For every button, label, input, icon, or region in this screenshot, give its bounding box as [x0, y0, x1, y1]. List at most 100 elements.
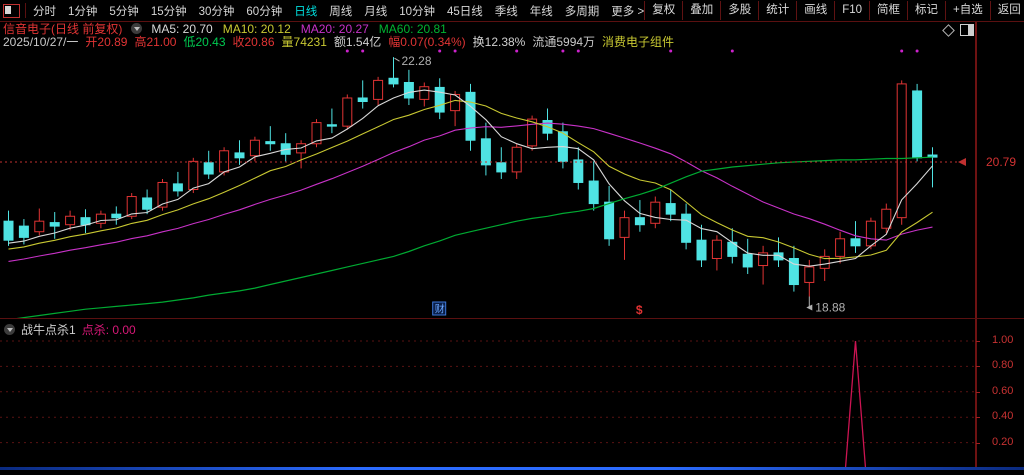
period-toolbar: 分时 1分钟 5分钟 15分钟 30分钟 60分钟 日线 周线 月线 10分钟 45日线 季线 年线 多周… [0, 0, 1024, 22]
period-tab[interactable]: 日线 [294, 3, 317, 19]
down-candle-body [18, 225, 29, 238]
main-candle-chart[interactable]: 22.28 18.88 财 $ [0, 48, 975, 323]
down-candle-body [588, 180, 599, 205]
period-tab[interactable]: 1分钟 [68, 3, 97, 19]
up-candle-body [65, 215, 76, 226]
toolbar-button[interactable]: 返回 [989, 1, 1024, 20]
axis-tick [976, 391, 980, 393]
signal-dot [361, 49, 365, 53]
up-candle-body [219, 150, 230, 173]
period-tab[interactable]: 年线 [530, 3, 553, 19]
period-tab[interactable]: 多周期 [565, 3, 600, 19]
toolbar-button[interactable]: 复权 [644, 1, 682, 20]
up-candle-body [865, 220, 876, 247]
period-tab[interactable]: 季线 [495, 3, 518, 19]
up-candle-body [34, 220, 45, 233]
toolbar-buttons: 复权 叠加 多股 统计 画线 F10 简框 标记 +自选 返回 [644, 1, 1024, 20]
down-candle-body [604, 201, 615, 240]
up-candle-body [342, 97, 353, 127]
up-candle-body [619, 217, 630, 238]
indicator-svg[interactable] [0, 320, 975, 470]
toolbar-button[interactable]: 多股 [720, 1, 758, 20]
down-candle-body [496, 162, 507, 173]
up-candle-body [249, 139, 260, 157]
up-candle-body [511, 146, 522, 173]
period-tabs: 分时 1分钟 5分钟 15分钟 30分钟 60分钟 日线 周线 月线 10分钟 45日线 季线 年线 多周… [33, 3, 644, 19]
toolbar-divider [25, 3, 26, 18]
axis-tick [976, 417, 980, 419]
last-price-label: 20.79 [986, 155, 1017, 169]
price-axis-separator [975, 22, 977, 468]
down-candle-body [326, 124, 337, 127]
signal-dot [438, 49, 442, 53]
down-candle-body [265, 141, 276, 145]
dividend-marker-label: $ [636, 303, 643, 317]
axis-tick [976, 366, 980, 368]
down-candle-body [696, 239, 707, 261]
up-candle-body [896, 83, 907, 219]
toolbar-button[interactable]: 统计 [758, 1, 796, 20]
down-candle-body [634, 217, 645, 226]
toolbar-button[interactable]: F10 [834, 1, 869, 20]
period-tab[interactable]: 更多 > [611, 3, 644, 19]
period-tab[interactable]: 60分钟 [246, 3, 282, 19]
signal-dot [561, 49, 565, 53]
toolbar-button[interactable]: 标记 [907, 1, 945, 20]
down-candle-body [773, 252, 784, 261]
diamond-icon[interactable] [942, 23, 955, 37]
toolbar-button[interactable]: 叠加 [682, 1, 720, 20]
indicator-sub-chart[interactable] [0, 320, 975, 475]
sub-axis-label: 0.20 [992, 435, 1014, 448]
toolbar-button[interactable]: 画线 [796, 1, 834, 20]
down-candle-body [203, 162, 214, 175]
period-tab[interactable]: 45日线 [447, 3, 483, 19]
axis-tick [976, 442, 980, 444]
up-candle-body [804, 266, 815, 283]
signal-dot [345, 49, 349, 53]
down-candle-body [742, 253, 753, 268]
up-candle-body [835, 238, 846, 257]
period-tab[interactable]: 月线 [364, 3, 387, 19]
down-candle-body [234, 152, 245, 159]
toolbar-button[interactable]: +自选 [945, 1, 990, 20]
panel-separator [0, 318, 1024, 319]
toolbar-button[interactable]: 简框 [869, 1, 907, 20]
period-tab[interactable]: 15分钟 [151, 3, 187, 19]
period-tab[interactable]: 10分钟 [399, 3, 435, 19]
up-candle-body [650, 201, 661, 224]
signal-dot [576, 49, 580, 53]
down-candle-body [434, 86, 445, 113]
down-candle-body [172, 183, 183, 192]
candles-group [3, 57, 938, 297]
down-candle-body [573, 159, 584, 183]
indicator-spike-line [0, 340, 940, 469]
signal-dot [453, 49, 457, 53]
period-tab[interactable]: 30分钟 [199, 3, 235, 19]
indicator-name: 战牛点杀1 [21, 323, 76, 337]
up-candle-body [881, 208, 892, 229]
period-tab[interactable]: 5分钟 [109, 3, 138, 19]
price-arrow-icon [958, 158, 966, 167]
axis-tick [976, 341, 980, 342]
window-layout-icon[interactable] [3, 3, 20, 18]
down-candle-body [681, 213, 692, 243]
period-tab[interactable]: 分时 [33, 3, 56, 19]
down-candle-body [465, 91, 476, 141]
up-candle-body [188, 160, 199, 191]
down-candle-body [912, 90, 923, 159]
header-mini-icons [942, 23, 974, 37]
down-candle-body [142, 197, 153, 210]
sub-axis-label: 0.40 [992, 410, 1014, 423]
down-candle-body [3, 220, 14, 241]
collapse-sub-icon[interactable] [4, 324, 15, 335]
signal-dot [730, 49, 734, 53]
report-marker-label: 财 [435, 303, 445, 316]
candlestick-svg[interactable]: 22.28 18.88 财 $ [0, 48, 975, 321]
sub-axis-label: 1.00 [992, 334, 1014, 346]
period-tab[interactable]: 周线 [329, 3, 352, 19]
split-panel-icon[interactable] [960, 24, 974, 36]
sub-chart-header: 战牛点杀1 点杀: 0.00 [4, 321, 136, 338]
signal-dot [515, 49, 519, 53]
indicator-value: 点杀: 0.00 [81, 323, 136, 337]
down-candle-body [403, 81, 414, 99]
